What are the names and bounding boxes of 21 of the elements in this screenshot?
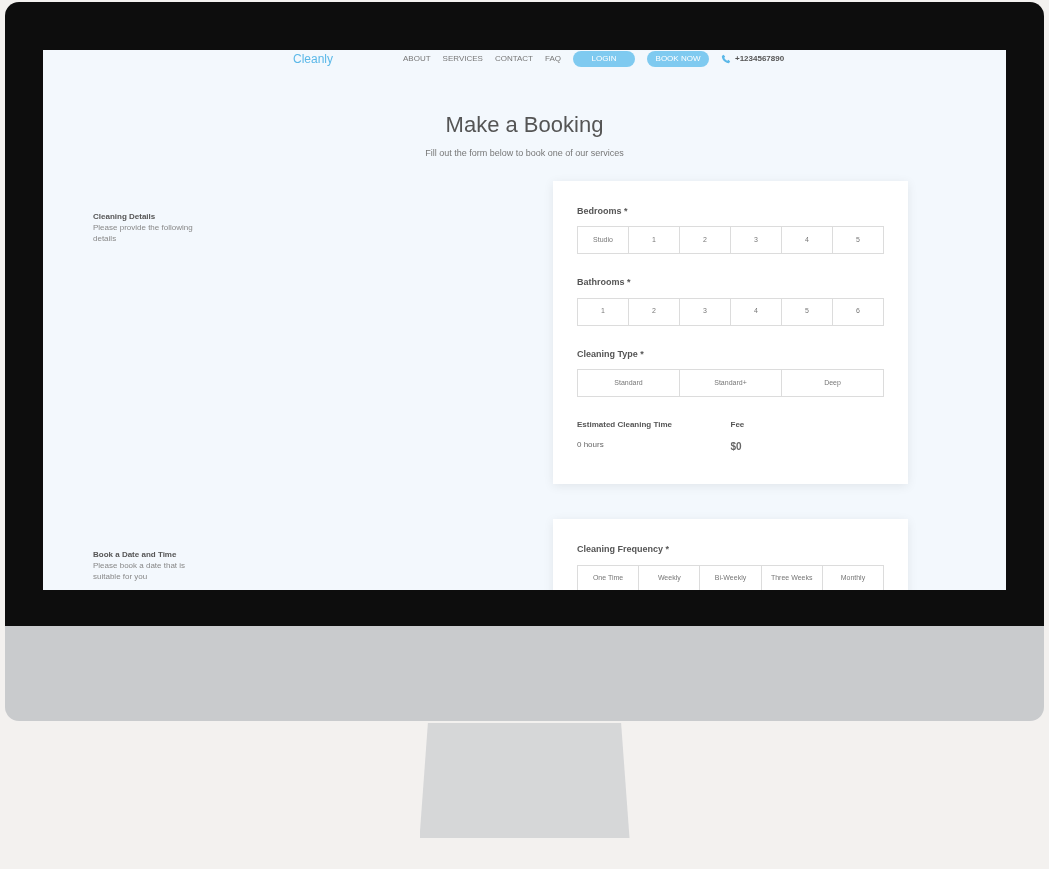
field-label: Bathrooms * [577,276,632,289]
page-subtitle: Fill out the form below to book one of our services [425,147,624,160]
summary-value: 0 hours [577,439,605,451]
phone-icon [721,54,731,64]
logo: Cleanly [293,51,334,68]
phone-number: +1234567890 [735,53,785,65]
nav-link[interactable]: CONTACT [494,53,533,65]
section-description: Please provide the following details [93,221,194,244]
nav-link[interactable]: FAQ [545,53,561,65]
page-title: Make a Booking [445,111,604,139]
field-label: Bedrooms * [577,204,629,218]
field-label: Cleaning Type * [577,347,645,361]
summary-value: $0 [730,440,743,454]
summary-label: Estimated Cleaning Time [577,419,673,431]
section-title: Book a Date and Time [93,549,178,560]
summary-label: Fee [730,419,746,431]
section-description: Please book a date that is suitable for you [93,560,187,582]
field-label: Cleaning Frequency * [577,543,671,556]
nav-link[interactable]: ABOUT [403,53,431,65]
nav-link[interactable]: SERVICES [442,53,483,65]
section-title: Cleaning Details [93,210,157,222]
